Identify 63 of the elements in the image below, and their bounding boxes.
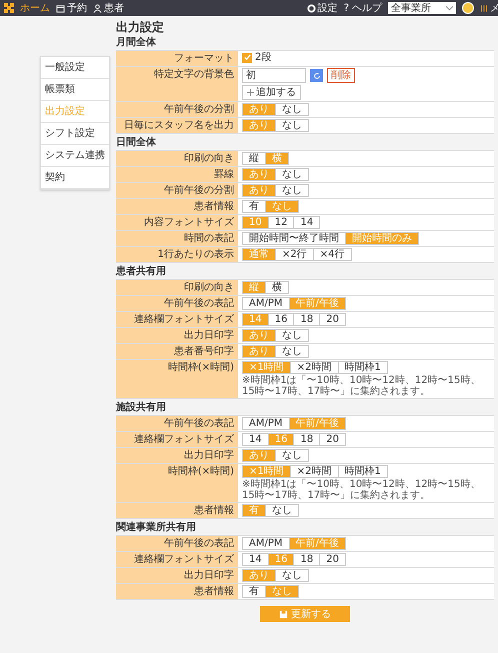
- section-heading: 施設共有用: [116, 402, 167, 414]
- menu-link[interactable]: メ: [480, 2, 498, 14]
- sidebar-item[interactable]: 一般設定: [41, 57, 109, 79]
- setting-label: 午前午後の表記: [116, 536, 238, 552]
- section-heading: 関連事業所共有用: [116, 522, 197, 534]
- setting-label: 患者情報: [116, 503, 238, 518]
- nav-link[interactable]: ホーム: [20, 2, 50, 14]
- setting-label: 時間の表記: [116, 231, 238, 246]
- setting-label: 特定文字の背景色: [116, 67, 238, 102]
- setting-label: 連絡欄フォントサイズ: [116, 312, 238, 328]
- setting-label: 連絡欄フォントサイズ: [116, 552, 238, 568]
- menu-icon: [480, 4, 488, 12]
- setting-label: 出力日印字: [116, 448, 238, 464]
- setting-label: 患者番号印字: [116, 344, 238, 360]
- setting-label: 日毎にスタッフ名を出力: [116, 118, 238, 134]
- setting-label: 午前午後の表記: [116, 296, 238, 312]
- nav-link[interactable]: 予約: [56, 2, 87, 14]
- sidebar-item[interactable]: シフト設定: [41, 123, 109, 145]
- sidebar-item[interactable]: システム連携: [41, 145, 109, 167]
- refresh-icon: [312, 72, 320, 80]
- sidebar-item[interactable]: 契約: [41, 167, 109, 189]
- add-button[interactable]: 追加する: [242, 85, 301, 100]
- logo-icon: [4, 3, 14, 13]
- setting-label: 時間枠(×時間): [116, 360, 238, 398]
- nav-link[interactable]: 患者: [93, 2, 124, 14]
- help-link[interactable]: ? ヘルプ: [344, 2, 382, 14]
- calendar-icon: [56, 4, 65, 12]
- setting-label: フォーマット: [116, 51, 238, 66]
- setting-label: 患者情報: [116, 199, 238, 214]
- save-icon: [279, 610, 288, 619]
- office-select[interactable]: 全事業所: [388, 2, 456, 14]
- setting-label: 午前午後の表記: [116, 416, 238, 432]
- setting-label: 連絡欄フォントサイズ: [116, 432, 238, 448]
- text-field[interactable]: 初: [242, 68, 306, 84]
- checkbox[interactable]: [242, 52, 252, 63]
- setting-label: 患者情報: [116, 584, 238, 600]
- note-text: ※時間枠1は「〜10時、10時〜12時、12時〜15時、15時〜17時、17時〜」に集約されます。: [242, 479, 482, 502]
- setting-label: 印刷の向き: [116, 280, 238, 296]
- setting-label: 出力日印字: [116, 568, 238, 584]
- color-picker-button[interactable]: [310, 69, 323, 82]
- option-toggle[interactable]: 12: [268, 217, 294, 228]
- setting-label: 内容フォントサイズ: [116, 215, 238, 230]
- setting-label: 午前午後の分割: [116, 183, 238, 198]
- page-title: 出力設定: [116, 21, 165, 34]
- section-heading: 患者共有用: [116, 266, 167, 278]
- person-icon: [93, 4, 102, 12]
- setting-label: 印刷の向き: [116, 151, 238, 166]
- plus-icon: [247, 89, 254, 96]
- section-heading: 日間全体: [116, 137, 157, 148]
- setting-label: 午前午後の分割: [116, 102, 238, 118]
- delete-button[interactable]: 削除: [327, 68, 355, 84]
- caret-icon: [446, 6, 453, 10]
- setting-label: 時間枠(×時間): [116, 464, 238, 502]
- option-toggle[interactable]: 16: [268, 314, 294, 326]
- avatar-icon[interactable]: [462, 2, 474, 14]
- setting-label: 出力日印字: [116, 328, 238, 344]
- setting-label: 罫線: [116, 167, 238, 182]
- sidebar-item[interactable]: 帳票類: [41, 79, 109, 101]
- checkbox-label: 2段: [255, 52, 272, 64]
- section-heading: 月間全体: [116, 37, 157, 48]
- settings-link[interactable]: 設定: [306, 2, 338, 14]
- note-text: ※時間枠1は「〜10時、10時〜12時、12時〜15時、15時〜17時、17時〜」に集約されます。: [242, 375, 482, 398]
- setting-label: 1行あたりの表示: [116, 247, 238, 262]
